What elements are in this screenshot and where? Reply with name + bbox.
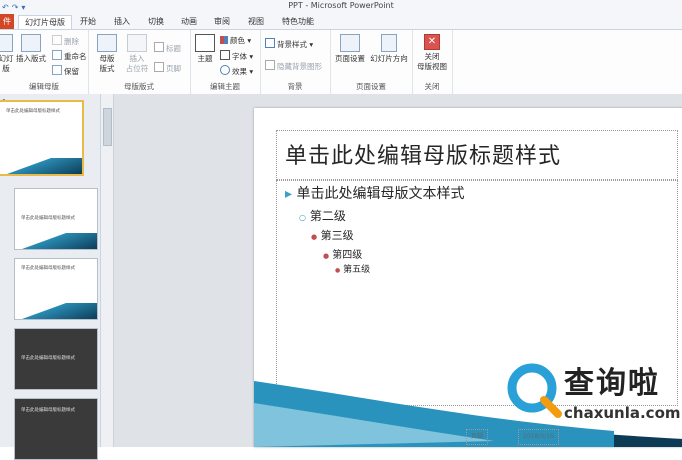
tab-slide-master[interactable]: 幻灯片母版 [18,15,72,29]
bullet-dot-icon: ● [311,233,318,241]
fonts-button[interactable]: 字体 ▾ [220,50,253,62]
thumbnail-layout-2[interactable]: 单击此处编辑母版标题样式 [14,258,98,320]
background-styles-icon [265,38,275,48]
tab-animations[interactable]: 动画 [181,15,197,28]
slide-title: 单击此处编辑母版标题样式 [285,144,562,169]
title-placeholder[interactable]: 单击此处编辑母版标题样式 [276,130,678,180]
window-title: PPT - Microsoft PowerPoint [288,1,394,10]
tab-transitions[interactable]: 切换 [148,15,164,28]
colors-button[interactable]: 颜色 ▾ [220,35,251,46]
rename-button[interactable]: 重命名 [52,50,87,62]
group-label: 背景 [287,82,303,91]
colors-icon [220,36,228,44]
ribbon-tabs: 幻灯片母版 开始 插入 切换 动画 审阅 视图 特色功能 [0,14,682,29]
watermark-logo: 查询啦 chaxunla.com [502,352,681,436]
bullet-circle-icon: ○ [299,213,306,222]
pin-icon [52,65,62,75]
tab-home[interactable]: 开始 [80,15,96,28]
thumbnails-scrollbar[interactable] [101,94,114,447]
footer-placeholder[interactable]: 页脚 [466,429,489,445]
tab-insert[interactable]: 插入 [114,15,130,28]
master-layout-icon [97,34,117,52]
close-master-view-button[interactable]: ✕ 关闭 母版视图 [414,34,450,72]
placeholder-icon [127,34,147,52]
level-2-text: ○ 第二级 [299,209,346,223]
group-label: 关闭 [424,82,440,91]
delete-icon [52,35,62,45]
layout-icon [21,34,41,52]
thumbnail-layout-3[interactable]: 单击此处编辑母版标题样式 [14,328,98,390]
thumbnail-title: 单击此处编辑母版标题样式 [21,408,75,413]
watermark-url: chaxunla.com [564,404,681,422]
tab-review[interactable]: 审阅 [214,15,230,28]
thumbnail-layout-1[interactable]: 单击此处编辑母版标题样式 [14,188,98,250]
close-icon: ✕ [424,34,440,50]
orientation-icon [381,34,397,52]
group-label: 编辑母版 [29,82,59,91]
insert-placeholder-button[interactable]: 插入 占位符 [122,34,152,74]
page-setup-button[interactable]: 页面设置 [333,34,367,64]
group-page-setup: 页面设置 幻灯片方向 页面设置 [330,30,413,94]
fonts-icon [220,50,230,60]
page-setup-icon [340,34,360,52]
thumbnail-layout-4[interactable]: 单击此处编辑母版标题样式 [14,398,98,460]
thumbnail-title: 单击此处编辑母版标题样式 [21,266,75,271]
effects-icon [220,65,230,75]
title-bar: ↶ ↷ ▾ PPT - Microsoft PowerPoint [0,0,682,14]
checkbox-icon [154,42,164,52]
delete-button[interactable]: 删除 [52,35,79,47]
insert-layout-button[interactable]: 插入版式 [14,34,48,64]
title-checkbox[interactable]: 标题 [154,42,181,54]
effects-button[interactable]: 效果 ▾ [220,65,253,77]
rename-icon [52,50,62,60]
level-1-text: ▸ 单击此处编辑母版文本样式 [285,186,465,202]
slide-master-icon [0,34,13,52]
themes-button[interactable]: 主题 [194,34,216,64]
thumbnail-title: 单击此处编辑母版标题样式 [6,109,60,114]
slide-thumbnails-pane: 1 单击此处编辑母版标题样式 单击此处编辑母版标题样式 单击此处编辑母版标题样式… [0,94,101,460]
scrollbar-thumb[interactable] [103,108,112,146]
background-styles-button[interactable]: 背景样式 ▾ [265,38,313,50]
tab-view[interactable]: 视图 [248,15,264,28]
thumbnail-title: 单击此处编辑母版标题样式 [21,356,75,361]
group-edit-master: 幻灯 版 插入版式 删除 重命名 保留 编辑母版 [0,30,89,94]
thumbnail-wave [15,303,97,319]
bullet-dot-icon: ● [335,267,341,274]
checkbox-icon [154,62,164,72]
group-background: 背景样式 ▾ 隐藏背景图形 背景 [260,30,331,94]
footer-checkbox[interactable]: 页脚 [154,62,181,74]
master-layout-button[interactable]: 母版 版式 [94,34,120,74]
group-label: 页面设置 [356,82,386,91]
preserve-button[interactable]: 保留 [52,65,79,77]
search-logo-icon [507,363,562,418]
group-label: 编辑主题 [210,82,240,91]
group-label: 母版版式 [124,82,154,91]
checkbox-icon [265,60,275,70]
level-3-text: ● 第三级 [311,229,354,242]
group-master-layout: 母版 版式 插入 占位符 标题 页脚 母版版式 [88,30,191,94]
tab-special-features[interactable]: 特色功能 [282,15,314,28]
thumbnail-master[interactable]: 单击此处编辑母版标题样式 [0,100,84,176]
bullet-dot-icon: ● [323,252,330,260]
theme-icon [195,34,215,52]
bullet-arrow-icon: ▸ [285,186,293,202]
thumbnail-wave [15,233,97,249]
group-close: ✕ 关闭 母版视图 关闭 [412,30,453,94]
ribbon: 幻灯 版 插入版式 删除 重命名 保留 编辑母版 母版 版式 插入 占位符 标题… [0,29,682,95]
hide-background-checkbox[interactable]: 隐藏背景图形 [265,60,322,72]
thumbnail-wave [0,158,82,174]
watermark-text: 查询啦 [564,366,660,401]
file-tab[interactable]: 件 [0,14,14,29]
thumbnail-title: 单击此处编辑母版标题样式 [21,216,75,221]
level-4-text: ● 第四级 [323,250,363,261]
group-edit-theme: 主题 颜色 ▾ 字体 ▾ 效果 ▾ 编辑主题 [190,30,261,94]
level-5-text: ● 第五级 [335,265,371,275]
slide-orientation-button[interactable]: 幻灯片方向 [368,34,410,64]
